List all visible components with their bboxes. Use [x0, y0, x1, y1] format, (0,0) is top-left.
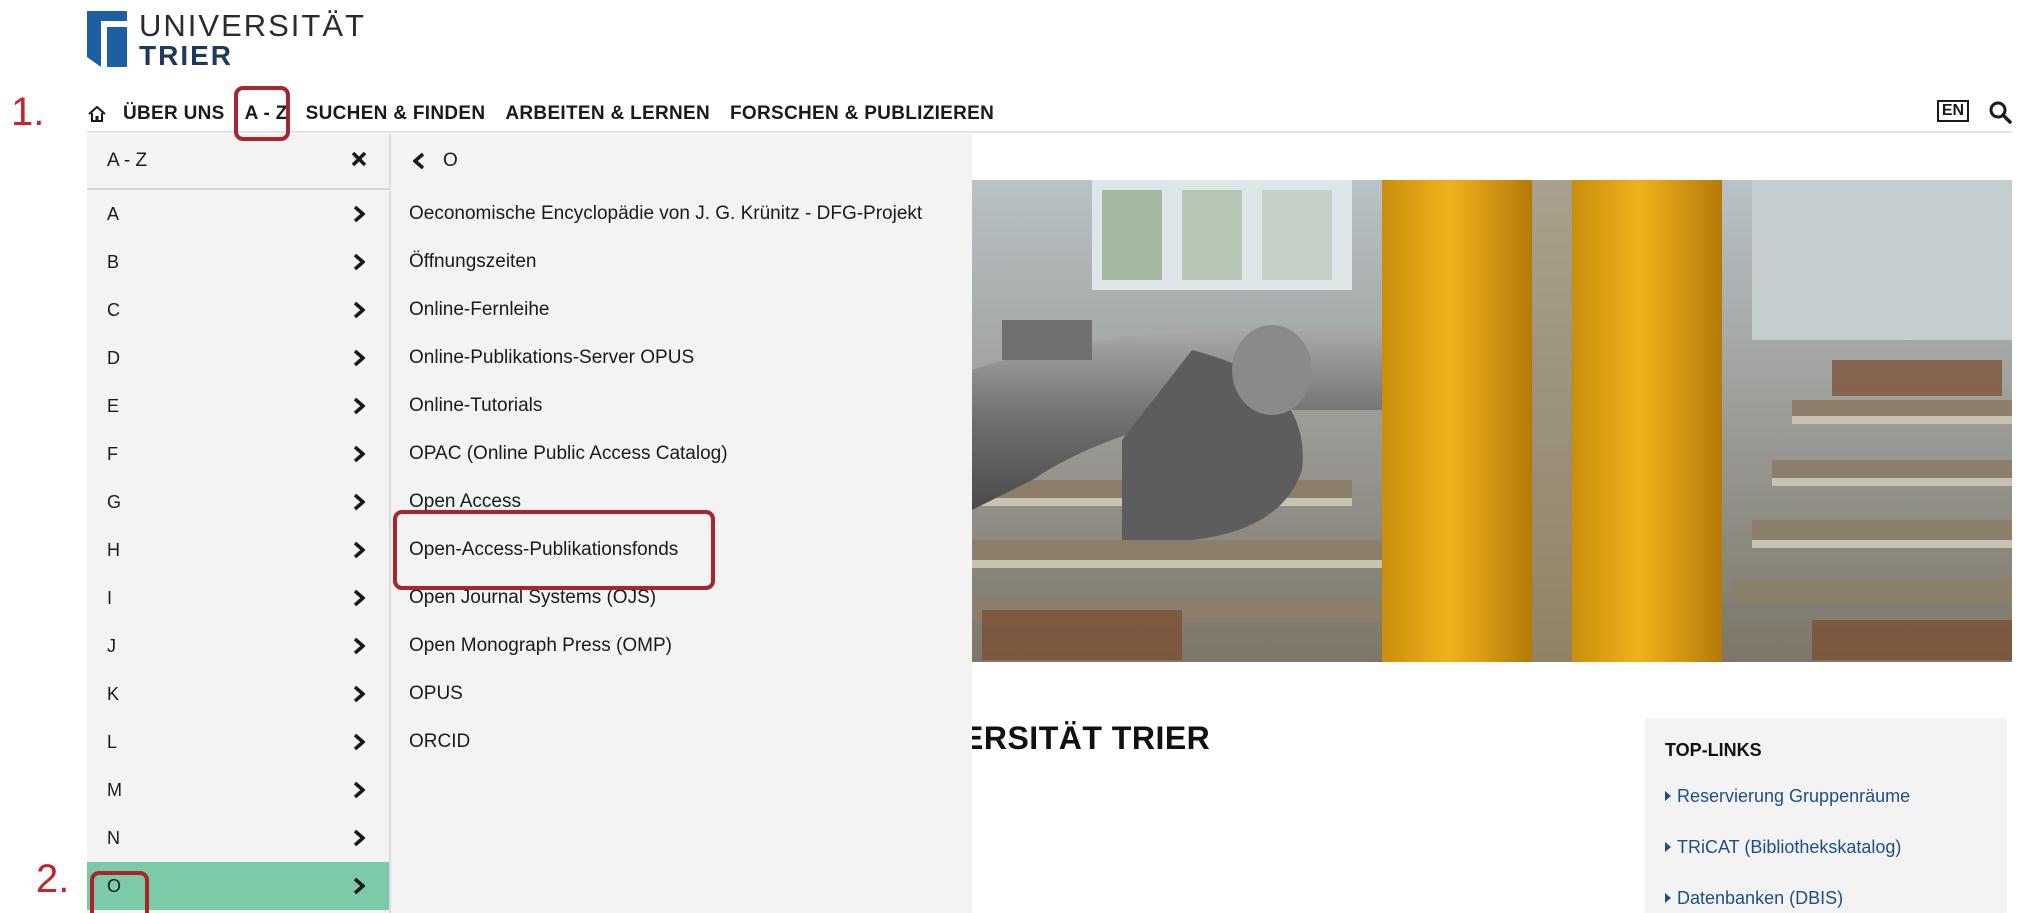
chevron-left-icon[interactable] [413, 152, 425, 170]
highlight-box-a-z [234, 86, 290, 141]
submenu-item-online-tutorials[interactable]: Online-Tutorials [389, 382, 972, 430]
chevron-right-icon [353, 685, 365, 703]
az-item-k[interactable]: K [87, 670, 389, 718]
chevron-right-icon [353, 541, 365, 559]
nav-item-forschen-publizieren[interactable]: FORSCHEN & PUBLIZIEREN [730, 103, 994, 125]
logo-icon [87, 11, 127, 67]
submenu-title: O [443, 150, 458, 171]
chevron-right-icon [353, 205, 365, 223]
submenu-item-omp[interactable]: Open Monograph Press (OMP) [389, 622, 972, 670]
az-item-f[interactable]: F [87, 430, 389, 478]
az-item-j[interactable]: J [87, 622, 389, 670]
chevron-right-icon [353, 349, 365, 367]
submenu-item-online-fernleihe[interactable]: Online-Fernleihe [389, 286, 972, 334]
page-title: ERSITÄT TRIER [962, 720, 1211, 756]
az-item-d[interactable]: D [87, 334, 389, 382]
submenu-header: O [389, 134, 972, 190]
az-menu-title: A - Z [107, 150, 148, 171]
az-item-i[interactable]: I [87, 574, 389, 622]
chevron-right-icon [353, 637, 365, 655]
home-icon[interactable] [87, 104, 107, 124]
az-menu-panel: A - Z A B C D E F G H I J K L M N O [87, 134, 389, 913]
top-link-tricat[interactable]: TRiCAT (Bibliothekskatalog) [1665, 837, 1901, 858]
az-item-b[interactable]: B [87, 238, 389, 286]
az-item-m[interactable]: M [87, 766, 389, 814]
az-menu-header: A - Z [87, 134, 389, 190]
chevron-right-icon [353, 877, 365, 895]
az-letter-list: A B C D E F G H I J K L M N O [87, 190, 389, 910]
chevron-right-icon [353, 829, 365, 847]
nav-item-arbeiten-lernen[interactable]: ARBEITEN & LERNEN [505, 103, 710, 125]
az-item-c[interactable]: C [87, 286, 389, 334]
step-marker-1: 1. [11, 90, 45, 134]
highlight-box-publikationsfonds [393, 510, 715, 590]
submenu-item-opus[interactable]: OPUS [389, 670, 972, 718]
logo-text-top: UNIVERSITÄT [139, 8, 366, 43]
caret-right-icon [1665, 791, 1671, 801]
chevron-right-icon [353, 253, 365, 271]
submenu-item-orcid[interactable]: ORCID [389, 718, 972, 766]
submenu-item-opac[interactable]: OPAC (Online Public Access Catalog) [389, 430, 972, 478]
chevron-right-icon [353, 445, 365, 463]
chevron-right-icon [353, 781, 365, 799]
close-icon[interactable] [351, 151, 367, 167]
top-links-title: TOP-LINKS [1665, 740, 1762, 760]
az-item-l[interactable]: L [87, 718, 389, 766]
chevron-right-icon [353, 733, 365, 751]
az-item-a[interactable]: A [87, 190, 389, 238]
caret-right-icon [1665, 893, 1671, 903]
submenu-item-oeconomische-encyclopaedie[interactable]: Oeconomische Encyclopädie von J. G. Krün… [389, 190, 972, 238]
language-switch[interactable]: EN [1937, 100, 1969, 122]
nav-divider [87, 131, 2012, 133]
chevron-right-icon [353, 493, 365, 511]
chevron-right-icon [353, 589, 365, 607]
step-marker-2: 2. [36, 857, 70, 901]
submenu-list: Oeconomische Encyclopädie von J. G. Krün… [389, 190, 972, 766]
highlight-box-letter-o [90, 871, 149, 913]
logo-text-bottom: TRIER [139, 40, 233, 71]
library-photo [972, 180, 2012, 662]
top-links-box: TOP-LINKS Reservierung Gruppenräume TRiC… [1645, 718, 2007, 913]
az-item-h[interactable]: H [87, 526, 389, 574]
chevron-right-icon [353, 301, 365, 319]
az-item-e[interactable]: E [87, 382, 389, 430]
chevron-right-icon [353, 397, 365, 415]
submenu-separator [389, 134, 391, 913]
az-item-g[interactable]: G [87, 478, 389, 526]
submenu-item-opus-server[interactable]: Online-Publikations-Server OPUS [389, 334, 972, 382]
university-logo[interactable]: UNIVERSITÄT TRIER [87, 8, 364, 71]
hero-image [972, 180, 2012, 662]
top-link-reservierung[interactable]: Reservierung Gruppenräume [1665, 786, 1910, 807]
az-item-n[interactable]: N [87, 814, 389, 862]
main-nav: ÜBER UNS A - Z SUCHEN & FINDEN ARBEITEN … [87, 96, 1014, 132]
submenu-item-oeffnungszeiten[interactable]: Öffnungszeiten [389, 238, 972, 286]
top-link-dbis[interactable]: Datenbanken (DBIS) [1665, 888, 1843, 909]
caret-right-icon [1665, 842, 1671, 852]
nav-item-ueber-uns[interactable]: ÜBER UNS [123, 103, 225, 125]
search-icon[interactable] [1988, 100, 2012, 124]
nav-item-suchen-finden[interactable]: SUCHEN & FINDEN [306, 103, 486, 125]
